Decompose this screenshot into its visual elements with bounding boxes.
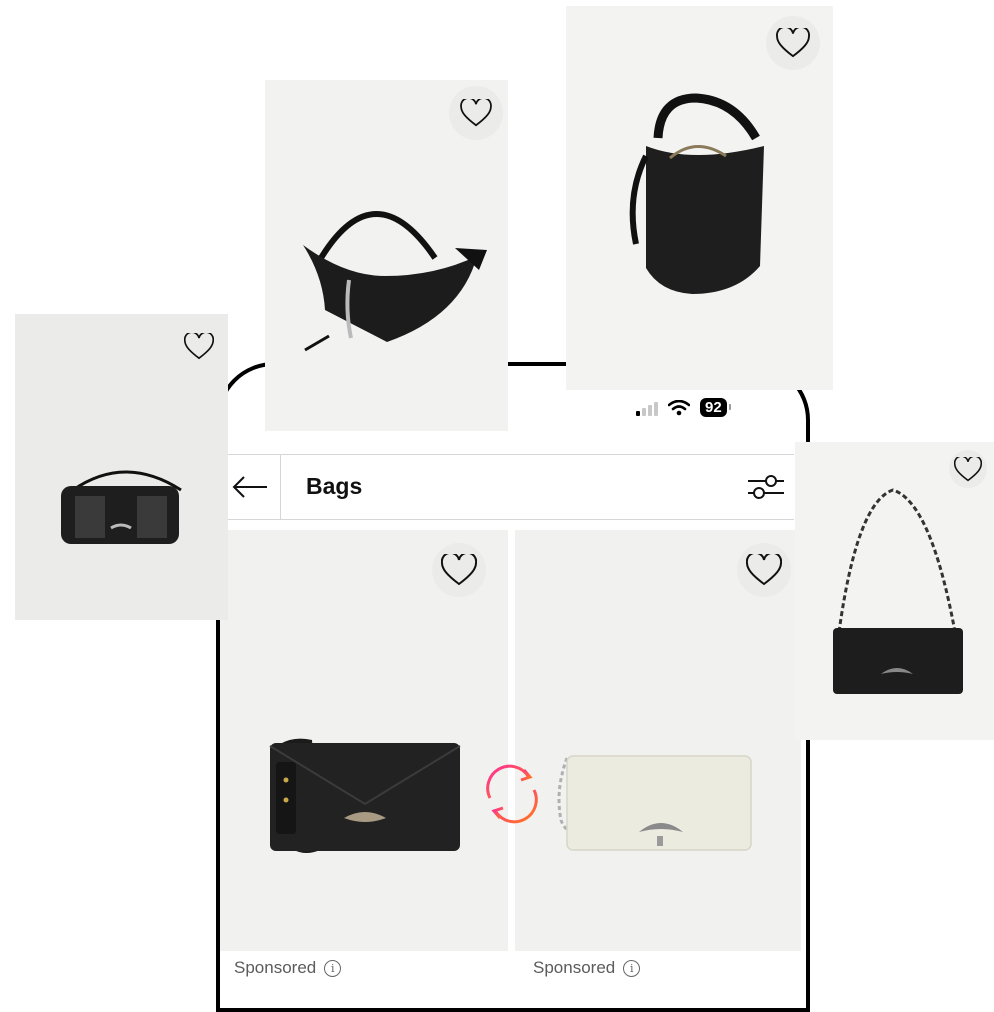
filter-button[interactable] (746, 469, 786, 505)
sliders-icon (748, 475, 784, 499)
wifi-icon (668, 399, 690, 415)
heart-icon (954, 456, 982, 481)
heart-icon (460, 99, 492, 127)
product-card-black-shoulder-clutch[interactable] (795, 442, 994, 740)
favorite-button[interactable] (172, 319, 226, 373)
favorite-button[interactable] (432, 543, 486, 597)
heart-icon (776, 28, 810, 58)
arrow-left-icon (232, 476, 267, 498)
swap-refresh-icon[interactable] (480, 762, 544, 826)
back-button[interactable] (220, 455, 281, 519)
favorite-button[interactable] (449, 86, 503, 140)
product-card-black-wings-clutch[interactable] (220, 530, 508, 951)
app-bar: Bags (220, 454, 794, 520)
heart-icon (184, 332, 214, 359)
info-icon[interactable]: i (623, 959, 641, 977)
product-card-leather-bucket[interactable] (566, 6, 833, 390)
product-card-crystal-hobo[interactable] (265, 80, 508, 431)
page-title: Bags (306, 473, 363, 499)
product-card-studded-crossbody[interactable] (15, 314, 228, 620)
sponsored-label: Sponsored i (533, 958, 641, 978)
heart-icon (441, 554, 477, 586)
favorite-button[interactable] (737, 543, 791, 597)
favorite-button[interactable] (766, 16, 820, 70)
sponsored-label: Sponsored i (234, 958, 342, 978)
info-icon[interactable]: i (324, 959, 342, 977)
battery-indicator: 92 (700, 398, 731, 417)
heart-icon (746, 554, 782, 586)
status-bar: 92 (636, 398, 731, 417)
favorite-button[interactable] (949, 450, 987, 488)
product-card-cream-chain-clutch[interactable] (515, 530, 801, 951)
signal-icon (636, 400, 658, 416)
